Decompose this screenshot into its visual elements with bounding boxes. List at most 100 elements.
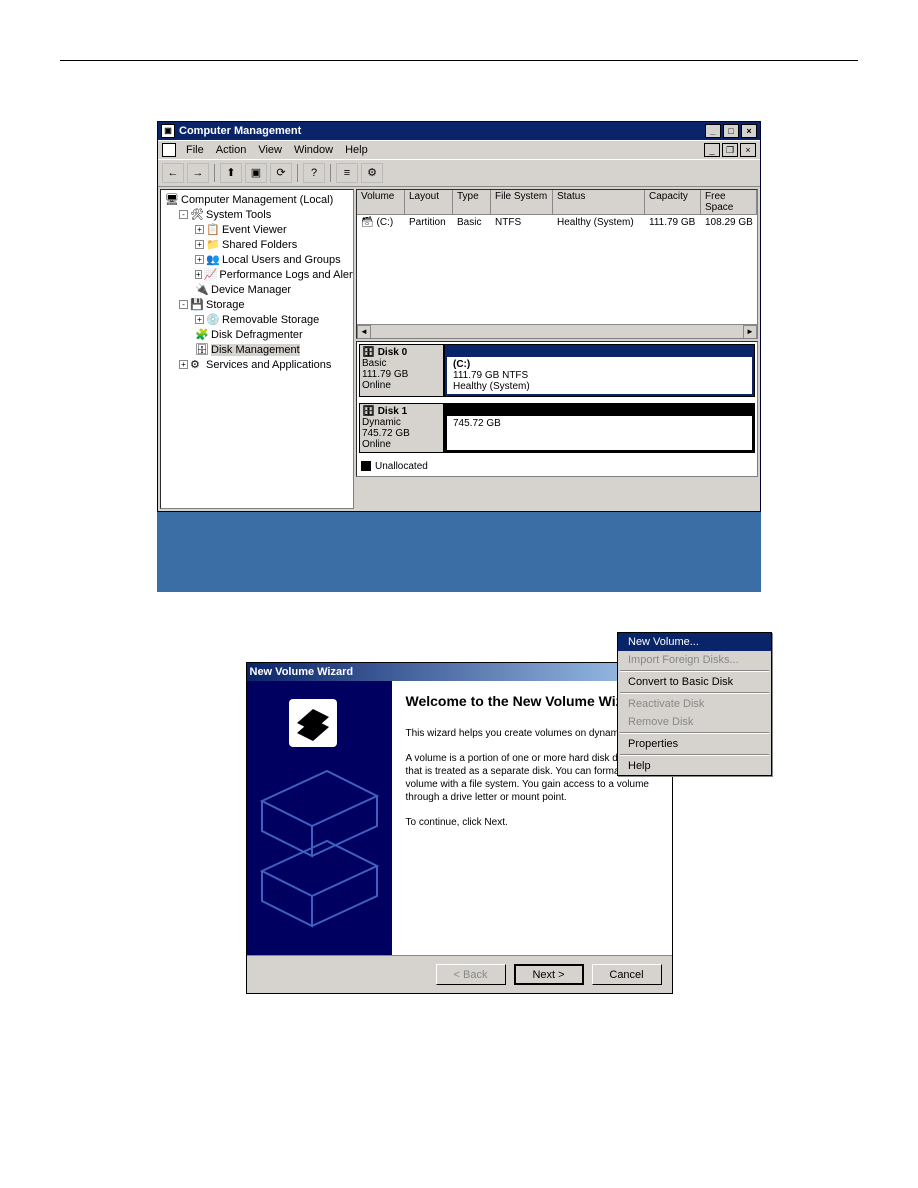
device-icon: 🔌 xyxy=(195,283,209,297)
col-volume[interactable]: Volume xyxy=(357,190,405,214)
tree-device-mgr[interactable]: 🔌Device Manager xyxy=(161,282,353,297)
cancel-button[interactable]: Cancel xyxy=(592,964,662,985)
header-rule xyxy=(60,60,858,61)
tree-root[interactable]: 🖥Computer Management (Local) xyxy=(161,192,353,207)
close-button[interactable]: × xyxy=(741,124,757,138)
mdi-restore-button[interactable]: ❐ xyxy=(722,143,738,157)
settings-button[interactable]: ⚙ xyxy=(361,163,383,183)
disk1-state: Online xyxy=(362,439,441,450)
tree-perf-logs[interactable]: +📈Performance Logs and Alerts xyxy=(161,267,353,282)
tree-event-viewer[interactable]: +📋Event Viewer xyxy=(161,222,353,237)
nvw-titlebar[interactable]: New Volume Wizard × xyxy=(247,663,672,681)
cell-layout: Partition xyxy=(405,216,453,229)
col-free[interactable]: Free Space xyxy=(701,190,757,214)
menubar: File Action View Window Help _ ❐ × xyxy=(158,140,760,159)
toolbar: ← → ⬆ ▣ ⟳ ? ≡ ⚙ xyxy=(158,159,760,187)
menu-action[interactable]: Action xyxy=(210,142,253,158)
up-button[interactable]: ⬆ xyxy=(220,163,242,183)
expand-icon[interactable]: + xyxy=(195,255,204,264)
tree-system-tools[interactable]: -🛠System Tools xyxy=(161,207,353,222)
next-button[interactable]: Next > xyxy=(514,964,584,985)
context-menu: New Volume... Import Foreign Disks... Co… xyxy=(617,632,772,776)
ctx-convert-basic[interactable]: Convert to Basic Disk xyxy=(618,673,771,691)
disk0-part-status: Healthy (System) xyxy=(453,381,746,392)
diskmgmt-icon: 🗄 xyxy=(195,343,209,357)
col-capacity[interactable]: Capacity xyxy=(645,190,701,214)
mdi-close-button[interactable]: × xyxy=(740,143,756,157)
storage-icon: 💾 xyxy=(190,298,204,312)
nav-back-button[interactable]: ← xyxy=(162,163,184,183)
new-volume-wizard-dialog: New Volume Wizard × xyxy=(246,662,673,994)
tree-removable[interactable]: +💿Removable Storage xyxy=(161,312,353,327)
collapse-icon[interactable]: - xyxy=(179,210,188,219)
nav-tree[interactable]: 🖥Computer Management (Local) -🛠System To… xyxy=(160,189,354,509)
disk1-info[interactable]: 🗄Disk 1 Dynamic 745.72 GB Online xyxy=(359,403,444,453)
col-type[interactable]: Type xyxy=(453,190,491,214)
wizard-button-row: < Back Next > Cancel xyxy=(247,956,672,993)
help-button[interactable]: ? xyxy=(303,163,325,183)
cm-titlebar[interactable]: ▣ Computer Management _ □ × xyxy=(158,122,760,140)
disk1-type: Dynamic xyxy=(362,417,441,428)
expand-icon[interactable]: + xyxy=(195,270,202,279)
tree-defrag[interactable]: 🧩Disk Defragmenter xyxy=(161,327,353,342)
disk0-partition[interactable]: (C:) 111.79 GB NTFS Healthy (System) xyxy=(444,344,755,397)
computer-icon: 🖥 xyxy=(165,193,179,207)
expand-icon[interactable]: + xyxy=(195,240,204,249)
cm-title: Computer Management xyxy=(179,125,301,137)
properties-button[interactable]: ▣ xyxy=(245,163,267,183)
back-button: < Back xyxy=(436,964,506,985)
maximize-button[interactable]: □ xyxy=(723,124,739,138)
computer-management-window: ▣ Computer Management _ □ × File Action … xyxy=(157,121,761,512)
col-fs[interactable]: File System xyxy=(491,190,553,214)
folder-icon: 📁 xyxy=(206,238,220,252)
volume-row[interactable]: 🗃 (C:) Partition Basic NTFS Healthy (Sys… xyxy=(357,215,757,230)
nvw-title: New Volume Wizard xyxy=(250,666,354,678)
col-status[interactable]: Status xyxy=(553,190,645,214)
menu-window[interactable]: Window xyxy=(288,142,339,158)
ctx-help[interactable]: Help xyxy=(618,757,771,775)
expand-icon[interactable]: + xyxy=(195,315,204,324)
ctx-properties[interactable]: Properties xyxy=(618,735,771,753)
disk1-partition[interactable]: 745.72 GB xyxy=(444,403,755,453)
view-button[interactable]: ≡ xyxy=(336,163,358,183)
tree-storage[interactable]: -💾Storage xyxy=(161,297,353,312)
disk0-state: Online xyxy=(362,380,441,391)
tree-diskmgmt[interactable]: 🗄Disk Management xyxy=(161,342,353,357)
expand-icon[interactable]: + xyxy=(195,225,204,234)
tree-shared-folders[interactable]: +📁Shared Folders xyxy=(161,237,353,252)
disk0-part-name: (C:) xyxy=(453,359,746,370)
removable-icon: 💿 xyxy=(206,313,220,327)
collapse-icon[interactable]: - xyxy=(179,300,188,309)
disk1-size: 745.72 GB xyxy=(362,428,441,439)
menu-view[interactable]: View xyxy=(252,142,288,158)
cell-volume: 🗃 (C:) xyxy=(357,216,405,229)
refresh-button[interactable]: ⟳ xyxy=(270,163,292,183)
disk1-row[interactable]: 🗄Disk 1 Dynamic 745.72 GB Online 745.72 … xyxy=(359,403,755,453)
nav-forward-button[interactable]: → xyxy=(187,163,209,183)
disk0-part-detail: 111.79 GB NTFS xyxy=(453,370,746,381)
tree-local-users[interactable]: +👥Local Users and Groups xyxy=(161,252,353,267)
cell-fs: NTFS xyxy=(491,216,553,229)
menu-file[interactable]: File xyxy=(180,142,210,158)
cell-type: Basic xyxy=(453,216,491,229)
disk0-row[interactable]: 🗄Disk 0 Basic 111.79 GB Online (C:) 111.… xyxy=(359,344,755,397)
services-icon: ⚙ xyxy=(190,358,204,372)
expand-icon[interactable]: + xyxy=(179,360,188,369)
mdi-minimize-button[interactable]: _ xyxy=(704,143,720,157)
ctx-new-volume[interactable]: New Volume... xyxy=(618,633,771,651)
disk-graphical-view[interactable]: 🗄Disk 0 Basic 111.79 GB Online (C:) 111.… xyxy=(356,341,758,477)
minimize-button[interactable]: _ xyxy=(705,124,721,138)
volume-header: Volume Layout Type File System Status Ca… xyxy=(357,190,757,215)
event-icon: 📋 xyxy=(206,223,220,237)
volume-list[interactable]: Volume Layout Type File System Status Ca… xyxy=(356,189,758,339)
ctx-remove: Remove Disk xyxy=(618,713,771,731)
app-icon: ▣ xyxy=(161,124,175,138)
disk0-type: Basic xyxy=(362,358,441,369)
disk0-info[interactable]: 🗄Disk 0 Basic 111.79 GB Online xyxy=(359,344,444,397)
menu-help[interactable]: Help xyxy=(339,142,374,158)
hscrollbar[interactable]: ◄► xyxy=(357,324,757,338)
tree-services[interactable]: +⚙Services and Applications xyxy=(161,357,353,372)
col-layout[interactable]: Layout xyxy=(405,190,453,214)
disk-stack-icon xyxy=(247,681,392,955)
desktop-background xyxy=(157,512,761,592)
